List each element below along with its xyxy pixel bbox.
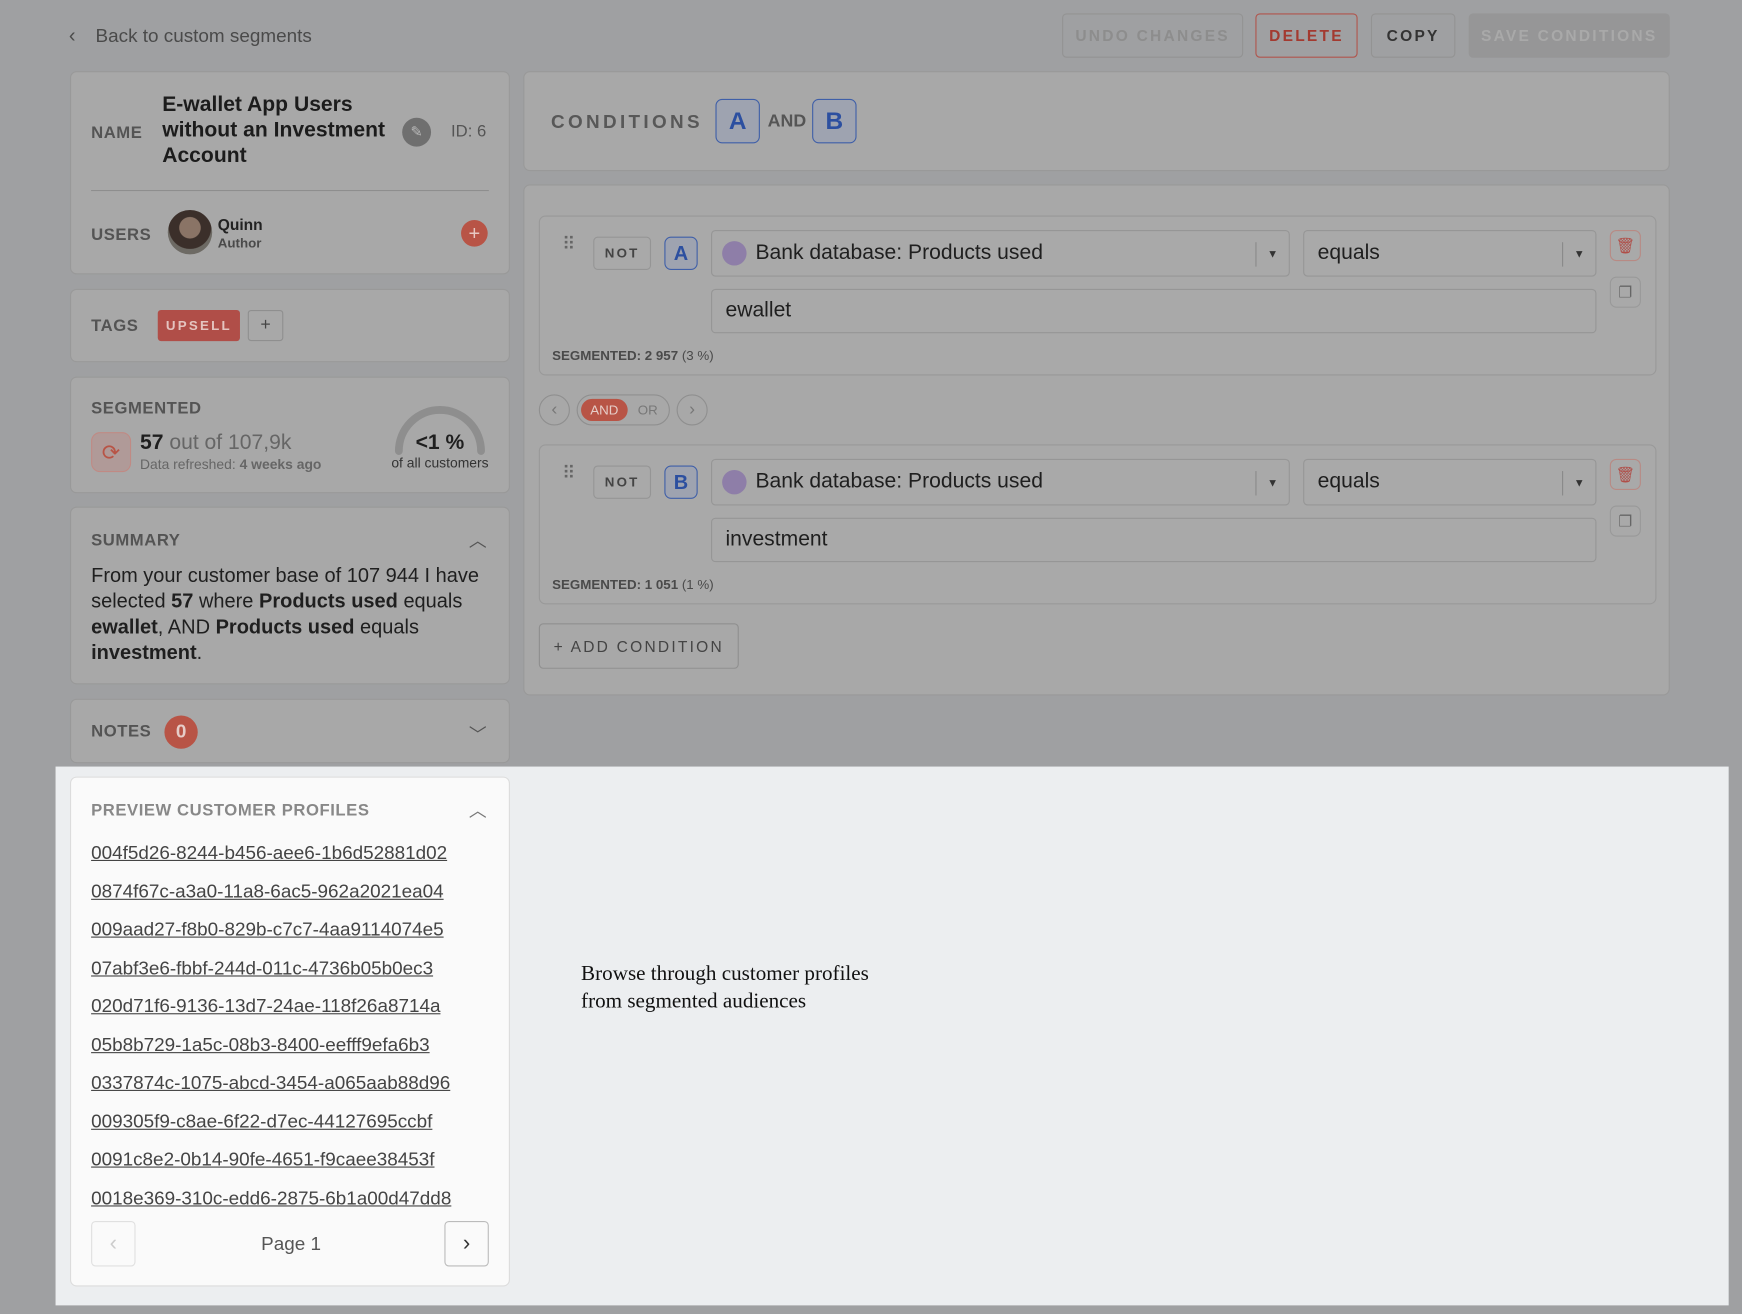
summary-text: From your customer base of 107 944 I hav…	[91, 564, 480, 664]
user-name: Quinn	[217, 215, 263, 234]
and-or-toggle[interactable]: AND OR	[576, 394, 670, 426]
expr-letter-a: A	[715, 98, 760, 144]
duplicate-condition-button[interactable]: ❐	[1609, 276, 1641, 308]
segmented-card: SEGMENTED ⟳ 57 out of 107,9k Data refres…	[69, 376, 510, 494]
back-link[interactable]: ‹ Back to custom segments	[69, 24, 312, 47]
segment-name: E-wallet App Users without an Investment…	[162, 93, 386, 168]
chevron-down-icon[interactable]: ﹀	[469, 720, 487, 747]
conditions-panel: ⠿ NOT A Bank database: Products used ▼ e…	[523, 184, 1670, 696]
expr-letter-b: B	[812, 98, 857, 144]
field-select[interactable]: Bank database: Products used ▼	[711, 229, 1290, 277]
profile-link[interactable]: 020d71f6-9136-13d7-24ae-118f26a8714a	[91, 995, 451, 1017]
tag-upsell[interactable]: UPSELL	[157, 309, 240, 342]
refreshed-value: 4 weeks ago	[239, 456, 322, 473]
operator-select[interactable]: equals ▼	[1303, 458, 1597, 506]
segmented-total: out of 107,9k	[169, 431, 292, 455]
delete-condition-button[interactable]: 🗑	[1609, 229, 1641, 262]
expr-operator: AND	[767, 112, 807, 132]
profile-link[interactable]: 0018e369-310c-edd6-2875-6b1a00d47dd8	[91, 1187, 451, 1209]
drag-handle-icon[interactable]: ⠿	[562, 236, 575, 254]
profile-link[interactable]: 009305f9-c8ae-6f22-d7ec-44127695ccbf	[91, 1110, 451, 1132]
toggle-or[interactable]: OR	[638, 402, 658, 418]
not-toggle[interactable]: NOT	[593, 236, 652, 270]
drag-handle-icon[interactable]: ⠿	[562, 465, 575, 483]
trash-icon: 🗑	[1615, 464, 1636, 483]
segmented-percent: <1 %	[415, 431, 465, 455]
name-card: NAME E-wallet App Users without an Inves…	[69, 71, 510, 275]
summary-card: SUMMARY ︿ From your customer base of 107…	[69, 506, 510, 685]
caret-down-icon: ▼	[1562, 471, 1595, 496]
conditions-label: CONDITIONS	[551, 111, 703, 133]
delete-condition-button[interactable]: 🗑	[1609, 458, 1641, 490]
save-conditions-button[interactable]: SAVE CONDITIONS	[1468, 13, 1670, 58]
trash-icon: 🗑	[1615, 236, 1636, 254]
database-icon	[722, 241, 747, 266]
profile-link[interactable]: 05b8b729-1a5c-08b3-8400-eefff9efa6b3	[91, 1034, 451, 1056]
field-select[interactable]: Bank database: Products used ▼	[711, 458, 1290, 506]
percent-caption: of all customers	[391, 455, 489, 472]
condition-segmented: SEGMENTED: 1 051 (1 %)	[552, 576, 714, 593]
segment-id: ID: 6	[451, 122, 487, 142]
profile-link[interactable]: 07abf3e6-fbbf-244d-011c-4736b05b0ec3	[91, 957, 451, 979]
condition-a: ⠿ NOT A Bank database: Products used ▼ e…	[538, 215, 1657, 376]
add-tag-button[interactable]: +	[247, 309, 284, 342]
chevron-up-icon[interactable]: ︿	[469, 525, 487, 552]
copy-icon: ❐	[1618, 282, 1633, 301]
divider	[91, 189, 489, 192]
avatar	[167, 209, 213, 255]
add-user-button[interactable]: +	[461, 219, 488, 247]
tags-label: TAGS	[91, 316, 139, 336]
segmented-label: SEGMENTED	[91, 398, 202, 418]
operator-select[interactable]: equals ▼	[1303, 229, 1597, 277]
copy-button[interactable]: COPY	[1370, 13, 1456, 58]
chevron-up-icon[interactable]: ︿	[469, 795, 487, 822]
duplicate-condition-button[interactable]: ❐	[1609, 505, 1641, 537]
next-page-button[interactable]: ›	[444, 1220, 489, 1267]
profile-link[interactable]: 0874f67c-a3a0-11a8-6ac5-962a2021ea04	[91, 880, 451, 902]
profile-link[interactable]: 009aad27-f8b0-829b-c7c7-4aa9114074e5	[91, 919, 451, 941]
caret-down-icon: ▼	[1562, 242, 1595, 267]
toggle-and[interactable]: AND	[581, 398, 628, 422]
add-condition-button[interactable]: + ADD CONDITION	[538, 623, 739, 669]
condition-letter: B	[664, 465, 698, 499]
delete-button[interactable]: DELETE	[1255, 13, 1358, 58]
tags-card: TAGS UPSELL +	[69, 288, 510, 363]
user-role: Author	[217, 235, 262, 252]
tour-tooltip: Browse through customer profiles from se…	[581, 962, 869, 1014]
condition-b: ⠿ NOT B Bank database: Products used ▼ e…	[538, 444, 1657, 605]
condition-letter: A	[664, 236, 698, 270]
refreshed-prefix: Data refreshed:	[139, 456, 236, 473]
segment-editor: ‹ Back to custom segments UNDO CHANGES D…	[0, 0, 1742, 1314]
undo-changes-button[interactable]: UNDO CHANGES	[1062, 13, 1244, 58]
conditions-header: CONDITIONS A AND B	[523, 71, 1670, 172]
summary-label: SUMMARY	[91, 531, 181, 550]
edit-pencil-icon[interactable]: ✎	[402, 117, 432, 147]
preview-profiles-card: PREVIEW CUSTOMER PROFILES ︿ 004f5d26-824…	[69, 776, 510, 1287]
not-toggle[interactable]: NOT	[593, 465, 652, 499]
users-label: USERS	[91, 225, 152, 245]
chevron-left-icon[interactable]: ‹	[538, 394, 570, 426]
condition-segmented: SEGMENTED: 2 957 (3 %)	[552, 347, 714, 364]
chevron-right-icon[interactable]: ›	[676, 394, 708, 426]
caret-down-icon: ▼	[1255, 471, 1288, 496]
refresh-icon: ⟳	[101, 440, 121, 465]
preview-label: PREVIEW CUSTOMER PROFILES	[91, 801, 370, 820]
name-label: NAME	[91, 123, 143, 143]
copy-icon: ❐	[1618, 511, 1633, 530]
profile-link[interactable]: 004f5d26-8244-b456-aee6-1b6d52881d02	[91, 842, 451, 864]
notes-count-badge: 0	[164, 715, 198, 749]
segmented-count: 57	[139, 431, 164, 455]
profile-list: 004f5d26-8244-b456-aee6-1b6d52881d02 0874…	[91, 842, 451, 1225]
profile-link[interactable]: 0091c8e2-0b14-90fe-4651-f9caee38453f	[91, 1149, 451, 1171]
notes-card[interactable]: NOTES 0 ﹀	[69, 698, 510, 764]
database-icon	[722, 469, 747, 495]
value-input[interactable]: ewallet	[711, 288, 1597, 334]
profile-link[interactable]: 0337874c-1075-abcd-3454-a065aab88d96	[91, 1072, 451, 1094]
caret-down-icon: ▼	[1255, 242, 1288, 267]
refresh-button[interactable]: ⟳	[91, 432, 132, 473]
notes-label: NOTES	[91, 722, 152, 742]
value-input[interactable]: investment	[711, 517, 1597, 563]
chevron-left-icon: ‹	[68, 24, 76, 47]
